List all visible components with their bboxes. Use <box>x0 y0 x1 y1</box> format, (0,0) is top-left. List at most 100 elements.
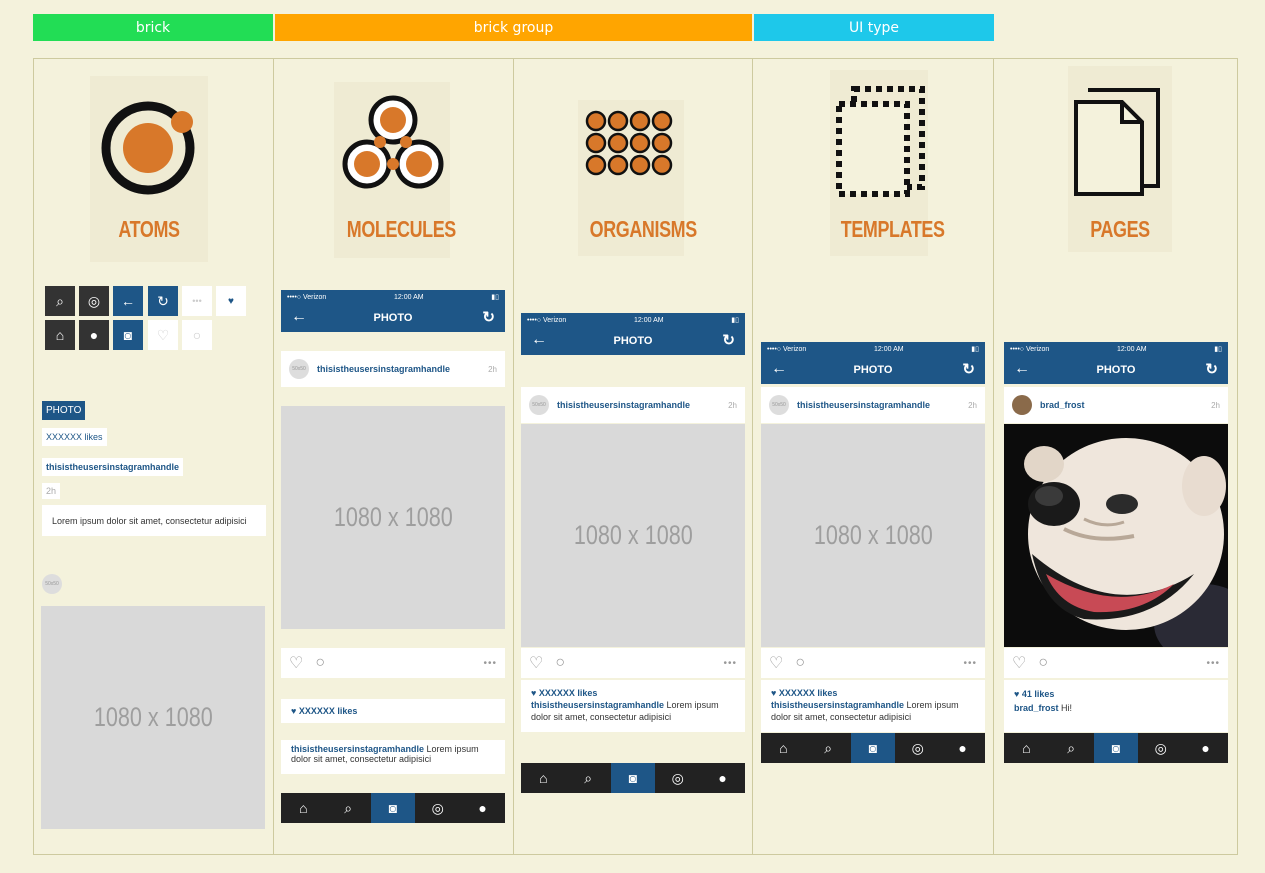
refresh-icon[interactable]: ↻ <box>1205 360 1218 378</box>
user-row: 50x50 thisistheusersinstagramhandle 2h <box>761 387 985 423</box>
placeholder-text: 1080 x 1080 <box>573 520 693 550</box>
column-title-pages: PAGES <box>1090 216 1150 242</box>
avatar-text: 50x50 <box>772 402 786 408</box>
more-button[interactable]: ••• <box>483 658 497 669</box>
image-placeholder: 1080 x 1080 <box>521 424 745 647</box>
handle-link[interactable]: brad_frost <box>1040 400 1085 410</box>
activity-icon[interactable]: ◎ <box>655 763 700 793</box>
camera-icon[interactable]: ◙ <box>370 793 416 823</box>
caption-atom-text: Lorem ipsum dolor sit amet, consectetur … <box>52 515 247 526</box>
heart-outline-icon[interactable]: ♡ <box>769 653 783 673</box>
heart-outline-icon[interactable]: ♡ <box>1012 653 1026 673</box>
handle-link[interactable]: thisistheusersinstagramhandle <box>317 364 450 374</box>
heart-filled-icon[interactable]: ♥ <box>216 286 246 316</box>
profile-icon[interactable]: ● <box>700 763 745 793</box>
home-icon[interactable]: ⌂ <box>521 763 566 793</box>
post-time: 2h <box>488 364 497 374</box>
column-divider <box>752 58 753 855</box>
search-icon[interactable]: ⌕ <box>45 286 75 316</box>
avatar[interactable]: 50x50 <box>769 395 789 415</box>
atom-icon <box>101 101 195 195</box>
user-row: brad_frost 2h <box>1004 387 1228 423</box>
profile-icon[interactable]: ● <box>79 320 109 350</box>
time-atom-text: 2h <box>46 486 57 496</box>
time-atom: 2h <box>42 483 61 499</box>
heart-outline-icon[interactable]: ♡ <box>148 320 178 350</box>
post-time: 2h <box>728 400 737 410</box>
home-icon[interactable]: ⌂ <box>281 793 326 823</box>
search-icon[interactable]: ⌕ <box>806 733 851 763</box>
likes-text[interactable]: ♥ XXXXXX likes <box>771 687 975 699</box>
caption-handle[interactable]: brad_frost <box>1014 703 1059 713</box>
placeholder-text: 1080 x 1080 <box>813 520 933 550</box>
action-row: ♡ ○ ••• <box>1004 648 1228 678</box>
likes-text[interactable]: ♥ XXXXXX likes <box>531 687 735 699</box>
page-icon <box>1074 88 1160 196</box>
handle-link[interactable]: thisistheusersinstagramhandle <box>797 400 930 410</box>
caption-atom: Lorem ipsum dolor sit amet, consectetur … <box>42 505 266 536</box>
home-icon[interactable]: ⌂ <box>45 320 75 350</box>
post-time: 2h <box>1211 400 1220 410</box>
more-button[interactable]: ••• <box>963 658 977 669</box>
back-arrow-icon[interactable]: ← <box>113 286 143 316</box>
activity-icon[interactable]: ◎ <box>895 733 940 763</box>
handle-link[interactable]: thisistheusersinstagramhandle <box>557 400 690 410</box>
search-icon[interactable]: ⌕ <box>566 763 611 793</box>
refresh-icon[interactable]: ↻ <box>962 360 975 378</box>
caption-handle[interactable]: thisistheusersinstagramhandle <box>771 700 904 710</box>
status-bar: ••••○ Verizon 12:00 AM ▮▯ <box>761 342 985 356</box>
back-arrow-icon[interactable]: ← <box>1014 360 1030 378</box>
comment-icon[interactable]: ◎ <box>79 286 109 316</box>
caption-handle[interactable]: thisistheusersinstagramhandle <box>291 744 424 754</box>
profile-icon[interactable]: ● <box>1183 733 1228 763</box>
home-icon[interactable]: ⌂ <box>761 733 806 763</box>
battery-icon: ▮▯ <box>971 346 979 353</box>
header-brick-label: brick <box>135 19 171 36</box>
more-button[interactable]: ••• <box>1206 658 1220 669</box>
home-icon[interactable]: ⌂ <box>1004 733 1049 763</box>
column-title-templates: TEMPLATES <box>840 216 945 242</box>
likes-text[interactable]: ♥ XXXXXX likes <box>291 706 357 716</box>
action-row: ♡ ○ ••• <box>281 648 505 678</box>
heart-outline-icon[interactable]: ♡ <box>529 653 543 673</box>
header-brick-group-label: brick group <box>473 19 554 36</box>
camera-icon[interactable]: ◙ <box>113 320 143 350</box>
likes-box: ♥ XXXXXX likes <box>281 699 505 723</box>
refresh-icon[interactable]: ↻ <box>722 331 735 349</box>
post-info: ♥ 41 likes brad_frost Hi! <box>1004 680 1228 732</box>
caption-handle[interactable]: thisistheusersinstagramhandle <box>531 700 664 710</box>
back-arrow-icon[interactable]: ← <box>771 360 787 378</box>
header-brick: brick <box>33 14 273 41</box>
comment-outline-icon[interactable]: ○ <box>182 320 212 350</box>
camera-icon[interactable]: ◙ <box>1093 733 1139 763</box>
action-row: ♡ ○ ••• <box>761 648 985 678</box>
post-time: 2h <box>968 400 977 410</box>
profile-icon[interactable]: ● <box>940 733 985 763</box>
activity-icon[interactable]: ◎ <box>415 793 460 823</box>
avatar[interactable] <box>1012 395 1032 415</box>
comment-outline-icon[interactable]: ○ <box>795 654 805 672</box>
back-arrow-icon[interactable]: ← <box>291 308 307 326</box>
nav-bar: ← PHOTO ↻ <box>1004 356 1228 384</box>
back-arrow-icon[interactable]: ← <box>531 331 547 349</box>
refresh-icon[interactable]: ↻ <box>148 286 178 316</box>
heart-outline-icon[interactable]: ♡ <box>289 653 303 673</box>
more-icon[interactable]: ••• <box>182 286 212 316</box>
nav-bar: ← PHOTO ↻ <box>281 304 505 332</box>
more-button[interactable]: ••• <box>723 658 737 669</box>
comment-outline-icon[interactable]: ○ <box>315 654 325 672</box>
search-icon[interactable]: ⌕ <box>1049 733 1094 763</box>
camera-icon[interactable]: ◙ <box>610 763 656 793</box>
profile-icon[interactable]: ● <box>460 793 505 823</box>
avatar[interactable]: 50x50 <box>529 395 549 415</box>
comment-outline-icon[interactable]: ○ <box>1038 654 1048 672</box>
search-icon[interactable]: ⌕ <box>326 793 371 823</box>
avatar[interactable]: 50x50 <box>289 359 309 379</box>
camera-icon[interactable]: ◙ <box>850 733 896 763</box>
activity-icon[interactable]: ◎ <box>1138 733 1183 763</box>
likes-text[interactable]: ♥ 41 likes <box>1014 687 1218 701</box>
nav-title: PHOTO <box>1096 364 1136 376</box>
avatar-text: 50x50 <box>292 366 306 372</box>
comment-outline-icon[interactable]: ○ <box>555 654 565 672</box>
refresh-icon[interactable]: ↻ <box>482 308 495 326</box>
